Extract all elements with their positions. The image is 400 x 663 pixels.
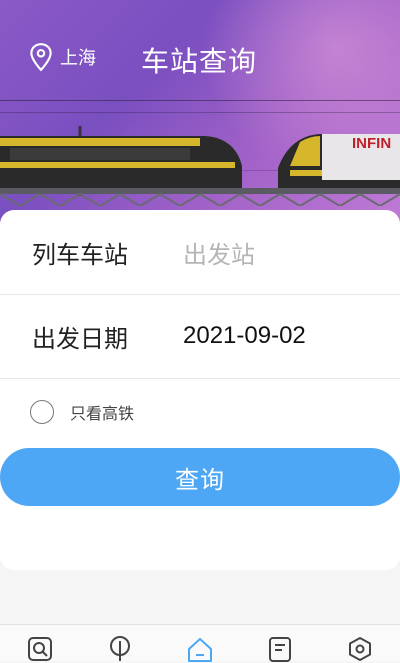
list-icon (269, 637, 291, 662)
location-selector[interactable]: 上海 (28, 42, 96, 72)
page-title: 车站查询 (141, 45, 258, 78)
nav-item-search[interactable] (20, 625, 60, 661)
date-row[interactable]: 出发日期 2021-09-02 (0, 294, 400, 379)
departure-station-input[interactable]: 出发站 (183, 235, 255, 270)
high-speed-only-option[interactable]: 只看高铁 (30, 400, 134, 424)
high-speed-only-radio[interactable] (30, 400, 54, 424)
settings-icon (349, 637, 371, 661)
train-illustration: INFIN (0, 126, 400, 206)
high-speed-only-label: 只看高铁 (70, 404, 135, 423)
date-label: 出发日期 (32, 324, 128, 353)
nav-item-list[interactable] (260, 625, 300, 662)
banner-sign-text: INFIN (352, 135, 391, 152)
overhead-wire (0, 112, 400, 113)
location-pin-icon (30, 43, 52, 72)
location-label: 上海 (60, 48, 96, 69)
map-pin-icon (110, 636, 130, 661)
header-banner: 上海 车站查询 INFIN (0, 0, 400, 230)
query-card: 列车车站 出发站 出发日期 2021-09-02 只看高铁 查询 (0, 210, 400, 570)
query-button[interactable]: 查询 (0, 448, 400, 506)
overhead-wire (0, 100, 400, 101)
departure-date-field[interactable]: 2021-09-02 (183, 322, 306, 350)
nav-item-location[interactable] (100, 625, 140, 661)
bottom-nav (0, 624, 400, 662)
search-icon (28, 637, 52, 661)
nav-item-home[interactable] (180, 625, 220, 662)
home-icon (188, 638, 212, 662)
station-label: 列车车站 (32, 240, 128, 269)
nav-item-settings[interactable] (340, 625, 380, 661)
station-row[interactable]: 列车车站 出发站 (0, 210, 400, 295)
